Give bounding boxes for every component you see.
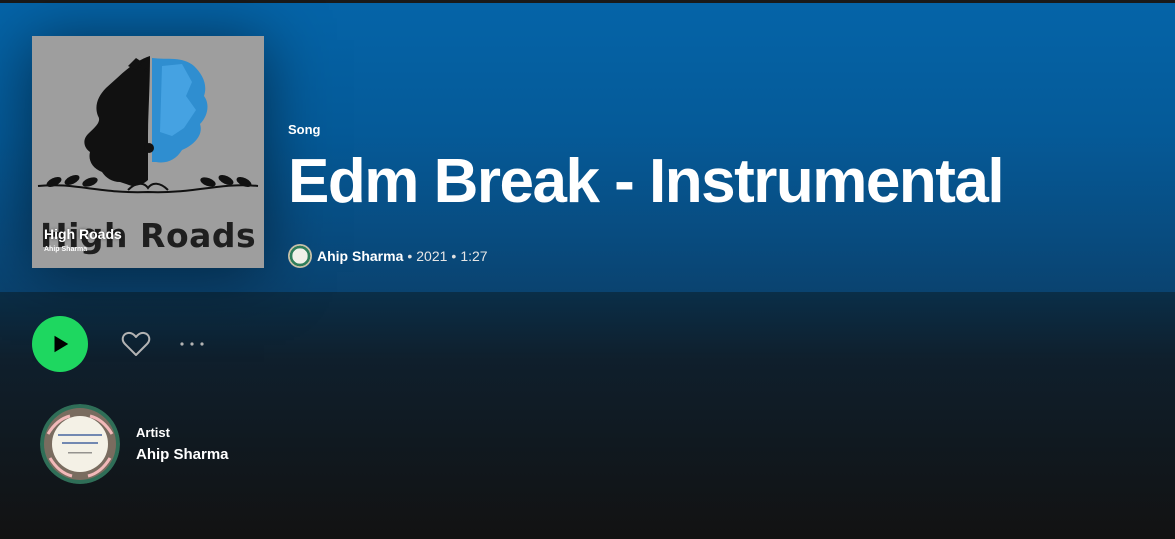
play-icon — [54, 335, 69, 353]
song-page: High Roads High Roads Ahip Sharma Song E… — [0, 0, 1175, 539]
action-bar — [32, 316, 208, 372]
artist-info: Artist Ahip Sharma — [136, 425, 229, 463]
heart-icon — [121, 331, 151, 356]
artist-kind-label: Artist — [136, 425, 170, 440]
release-year: 2021 — [416, 248, 448, 264]
separator-dot: • — [451, 248, 457, 264]
play-button[interactable] — [32, 316, 88, 372]
album-cover[interactable]: High Roads High Roads Ahip Sharma — [32, 36, 264, 268]
artist-mini-avatar — [288, 244, 312, 268]
song-byline: Ahip Sharma • 2021 • 1:27 — [288, 244, 488, 268]
song-meta: Song — [288, 122, 321, 137]
byline-artist-link[interactable]: Ahip Sharma — [317, 248, 403, 264]
artist-avatar-image — [40, 404, 120, 484]
like-button[interactable] — [120, 328, 152, 360]
type-label: Song — [288, 122, 321, 137]
more-options-icon — [180, 342, 204, 346]
song-duration: 1:27 — [460, 248, 488, 264]
artist-name-link[interactable]: Ahip Sharma — [136, 446, 229, 463]
separator-dot: • — [407, 248, 413, 264]
cover-title: High Roads — [44, 226, 122, 242]
artist-card[interactable]: Artist Ahip Sharma — [40, 404, 229, 484]
artist-avatar[interactable] — [40, 404, 120, 484]
cover-subtitle: Ahip Sharma — [44, 246, 88, 253]
more-options-button[interactable] — [176, 328, 208, 360]
song-title: Edm Break - Instrumental — [288, 147, 1005, 216]
